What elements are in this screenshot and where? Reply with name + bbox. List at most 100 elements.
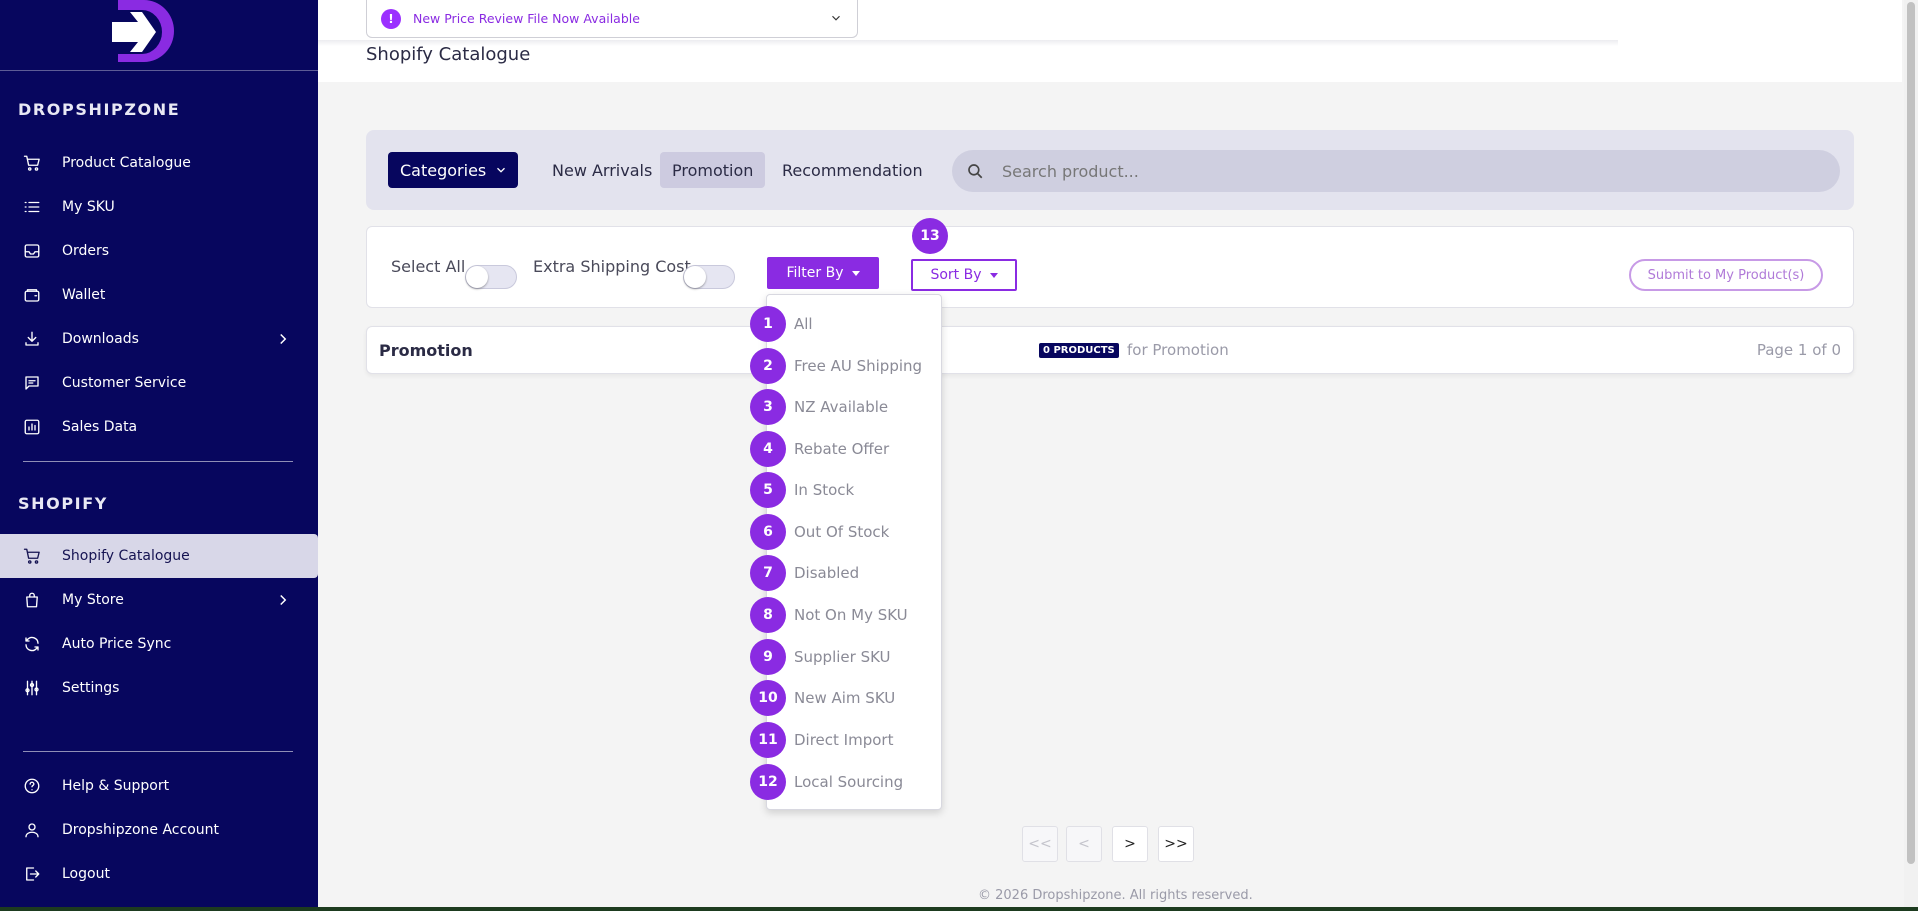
bottom-strip	[0, 907, 1918, 911]
option-number-badge: 10	[750, 680, 786, 716]
sort-by-marker-badge: 13	[912, 218, 948, 254]
cart-icon	[22, 546, 42, 566]
extra-shipping-toggle[interactable]	[683, 265, 735, 289]
option-label: New Aim SKU	[794, 689, 896, 707]
chat-icon	[22, 373, 42, 393]
filter-by-button[interactable]: Filter By	[767, 257, 879, 289]
wallet-icon	[22, 285, 42, 305]
pagination-next[interactable]: >	[1112, 826, 1148, 862]
sort-by-button[interactable]: Sort By	[911, 259, 1017, 291]
filter-option-not-on-my-sku[interactable]: 8 Not On My SKU	[750, 595, 908, 635]
sort-by-label: Sort By	[930, 267, 982, 283]
option-label: NZ Available	[794, 398, 889, 416]
chart-icon	[22, 417, 42, 437]
scrollbar-thumb[interactable]	[1907, 2, 1915, 864]
page-scrollbar[interactable]	[1904, 0, 1918, 907]
option-number-badge: 2	[750, 348, 786, 384]
option-number-badge: 8	[750, 597, 786, 633]
select-all-label: Select All	[391, 257, 466, 276]
list-icon	[22, 197, 42, 217]
caret-down-icon	[851, 270, 860, 276]
filter-option-supplier-sku[interactable]: 9 Supplier SKU	[750, 637, 891, 677]
filter-by-label: Filter By	[786, 265, 844, 281]
option-label: Rebate Offer	[794, 440, 890, 458]
filter-option-rebate-offer[interactable]: 4 Rebate Offer	[750, 429, 889, 469]
tab-recommendation[interactable]: Recommendation	[770, 152, 935, 188]
filter-option-direct-import[interactable]: 11 Direct Import	[750, 720, 893, 760]
page-count: Page 1 of 0	[1756, 341, 1841, 359]
sliders-icon	[22, 678, 42, 698]
section-title-dropshipzone: DROPSHIPZONE	[18, 100, 181, 119]
sidebar-item-shopify-catalogue[interactable]: Shopify Catalogue	[0, 534, 318, 578]
sidebar-item-product-catalogue[interactable]: Product Catalogue	[0, 141, 318, 185]
sidebar-item-logout[interactable]: Logout	[0, 852, 318, 896]
categories-button[interactable]: Categories	[388, 152, 518, 188]
sidebar-item-label: My SKU	[62, 199, 115, 215]
option-number-badge: 9	[750, 639, 786, 675]
option-number-badge: 12	[750, 764, 786, 800]
tab-promotion[interactable]: Promotion	[660, 152, 766, 188]
sidebar-item-label: Logout	[62, 866, 110, 882]
sidebar-item-orders[interactable]: Orders	[0, 229, 318, 273]
result-for-text: for Promotion	[1127, 341, 1229, 359]
pagination-first[interactable]: <<	[1022, 826, 1058, 862]
inbox-icon	[22, 241, 42, 261]
sidebar-item-auto-price-sync[interactable]: Auto Price Sync	[0, 622, 318, 666]
section-title-shopify: SHOPIFY	[18, 494, 108, 513]
chevron-right-icon	[274, 591, 292, 609]
filter-option-nz-available[interactable]: 3 NZ Available	[750, 387, 888, 427]
option-label: Not On My SKU	[794, 606, 908, 624]
filter-option-disabled[interactable]: 7 Disabled	[750, 553, 859, 593]
cart-icon	[22, 153, 42, 173]
user-icon	[22, 820, 42, 840]
bag-icon	[22, 590, 42, 610]
result-title: Promotion	[379, 341, 473, 360]
filter-option-free-au-shipping[interactable]: 2 Free AU Shipping	[750, 346, 922, 386]
filter-option-in-stock[interactable]: 5 In Stock	[750, 470, 854, 510]
dropshipzone-logo[interactable]	[108, 0, 174, 64]
sidebar-item-my-store[interactable]: My Store	[0, 578, 318, 622]
chevron-down-icon	[497, 167, 506, 173]
chevron-down-icon[interactable]	[829, 11, 843, 25]
sidebar-item-label: Sales Data	[62, 419, 138, 435]
sidebar-item-label: Orders	[62, 243, 110, 259]
sidebar-item-customer-service[interactable]: Customer Service	[0, 361, 318, 405]
option-label: In Stock	[794, 481, 855, 499]
sidebar-item-settings[interactable]: Settings	[0, 666, 318, 710]
filter-option-all[interactable]: 1 All	[750, 304, 813, 344]
sidebar-item-label: Downloads	[62, 331, 139, 347]
filter-option-out-of-stock[interactable]: 6 Out Of Stock	[750, 512, 889, 552]
search-input[interactable]	[1002, 161, 1802, 181]
search-bar	[952, 150, 1840, 192]
select-all-toggle[interactable]	[465, 265, 517, 289]
sidebar-item-help-support[interactable]: Help & Support	[0, 764, 318, 808]
sidebar-item-my-sku[interactable]: My SKU	[0, 185, 318, 229]
price-review-notice[interactable]: ! New Price Review File Now Available	[366, 0, 858, 38]
sync-icon	[22, 634, 42, 654]
sidebar-item-wallet[interactable]: Wallet	[0, 273, 318, 317]
sidebar-item-dropshipzone-account[interactable]: Dropshipzone Account	[0, 808, 318, 852]
sidebar-item-downloads[interactable]: Downloads	[0, 317, 318, 361]
help-icon	[22, 776, 42, 796]
toggle-knob	[684, 266, 706, 288]
pagination-prev[interactable]: <	[1066, 826, 1102, 862]
filter-option-local-sourcing[interactable]: 12 Local Sourcing	[750, 762, 903, 802]
sidebar-item-label: Product Catalogue	[62, 155, 191, 171]
sidebar-item-label: Dropshipzone Account	[62, 822, 220, 838]
chevron-right-icon	[274, 330, 292, 348]
tab-new-arrivals[interactable]: New Arrivals	[540, 152, 664, 188]
sidebar-item-label: Auto Price Sync	[62, 636, 172, 652]
pagination-last[interactable]: >>	[1158, 826, 1194, 862]
option-label: Free AU Shipping	[794, 357, 923, 375]
sidebar-divider	[23, 461, 293, 462]
sidebar: DROPSHIPZONE Product Catalogue My SKU Or…	[0, 0, 318, 907]
toggle-knob	[466, 266, 488, 288]
sidebar-item-sales-data[interactable]: Sales Data	[0, 405, 318, 449]
submit-to-my-products-button[interactable]: Submit to My Product(s)	[1629, 259, 1823, 291]
filter-bar: Select All Extra Shipping Cost Filter By…	[366, 226, 1854, 308]
logout-icon	[22, 864, 42, 884]
option-label: Local Sourcing	[794, 773, 904, 791]
option-label: All	[794, 315, 813, 333]
filter-option-new-aim-sku[interactable]: 10 New Aim SKU	[750, 678, 895, 718]
option-label: Disabled	[794, 564, 860, 582]
